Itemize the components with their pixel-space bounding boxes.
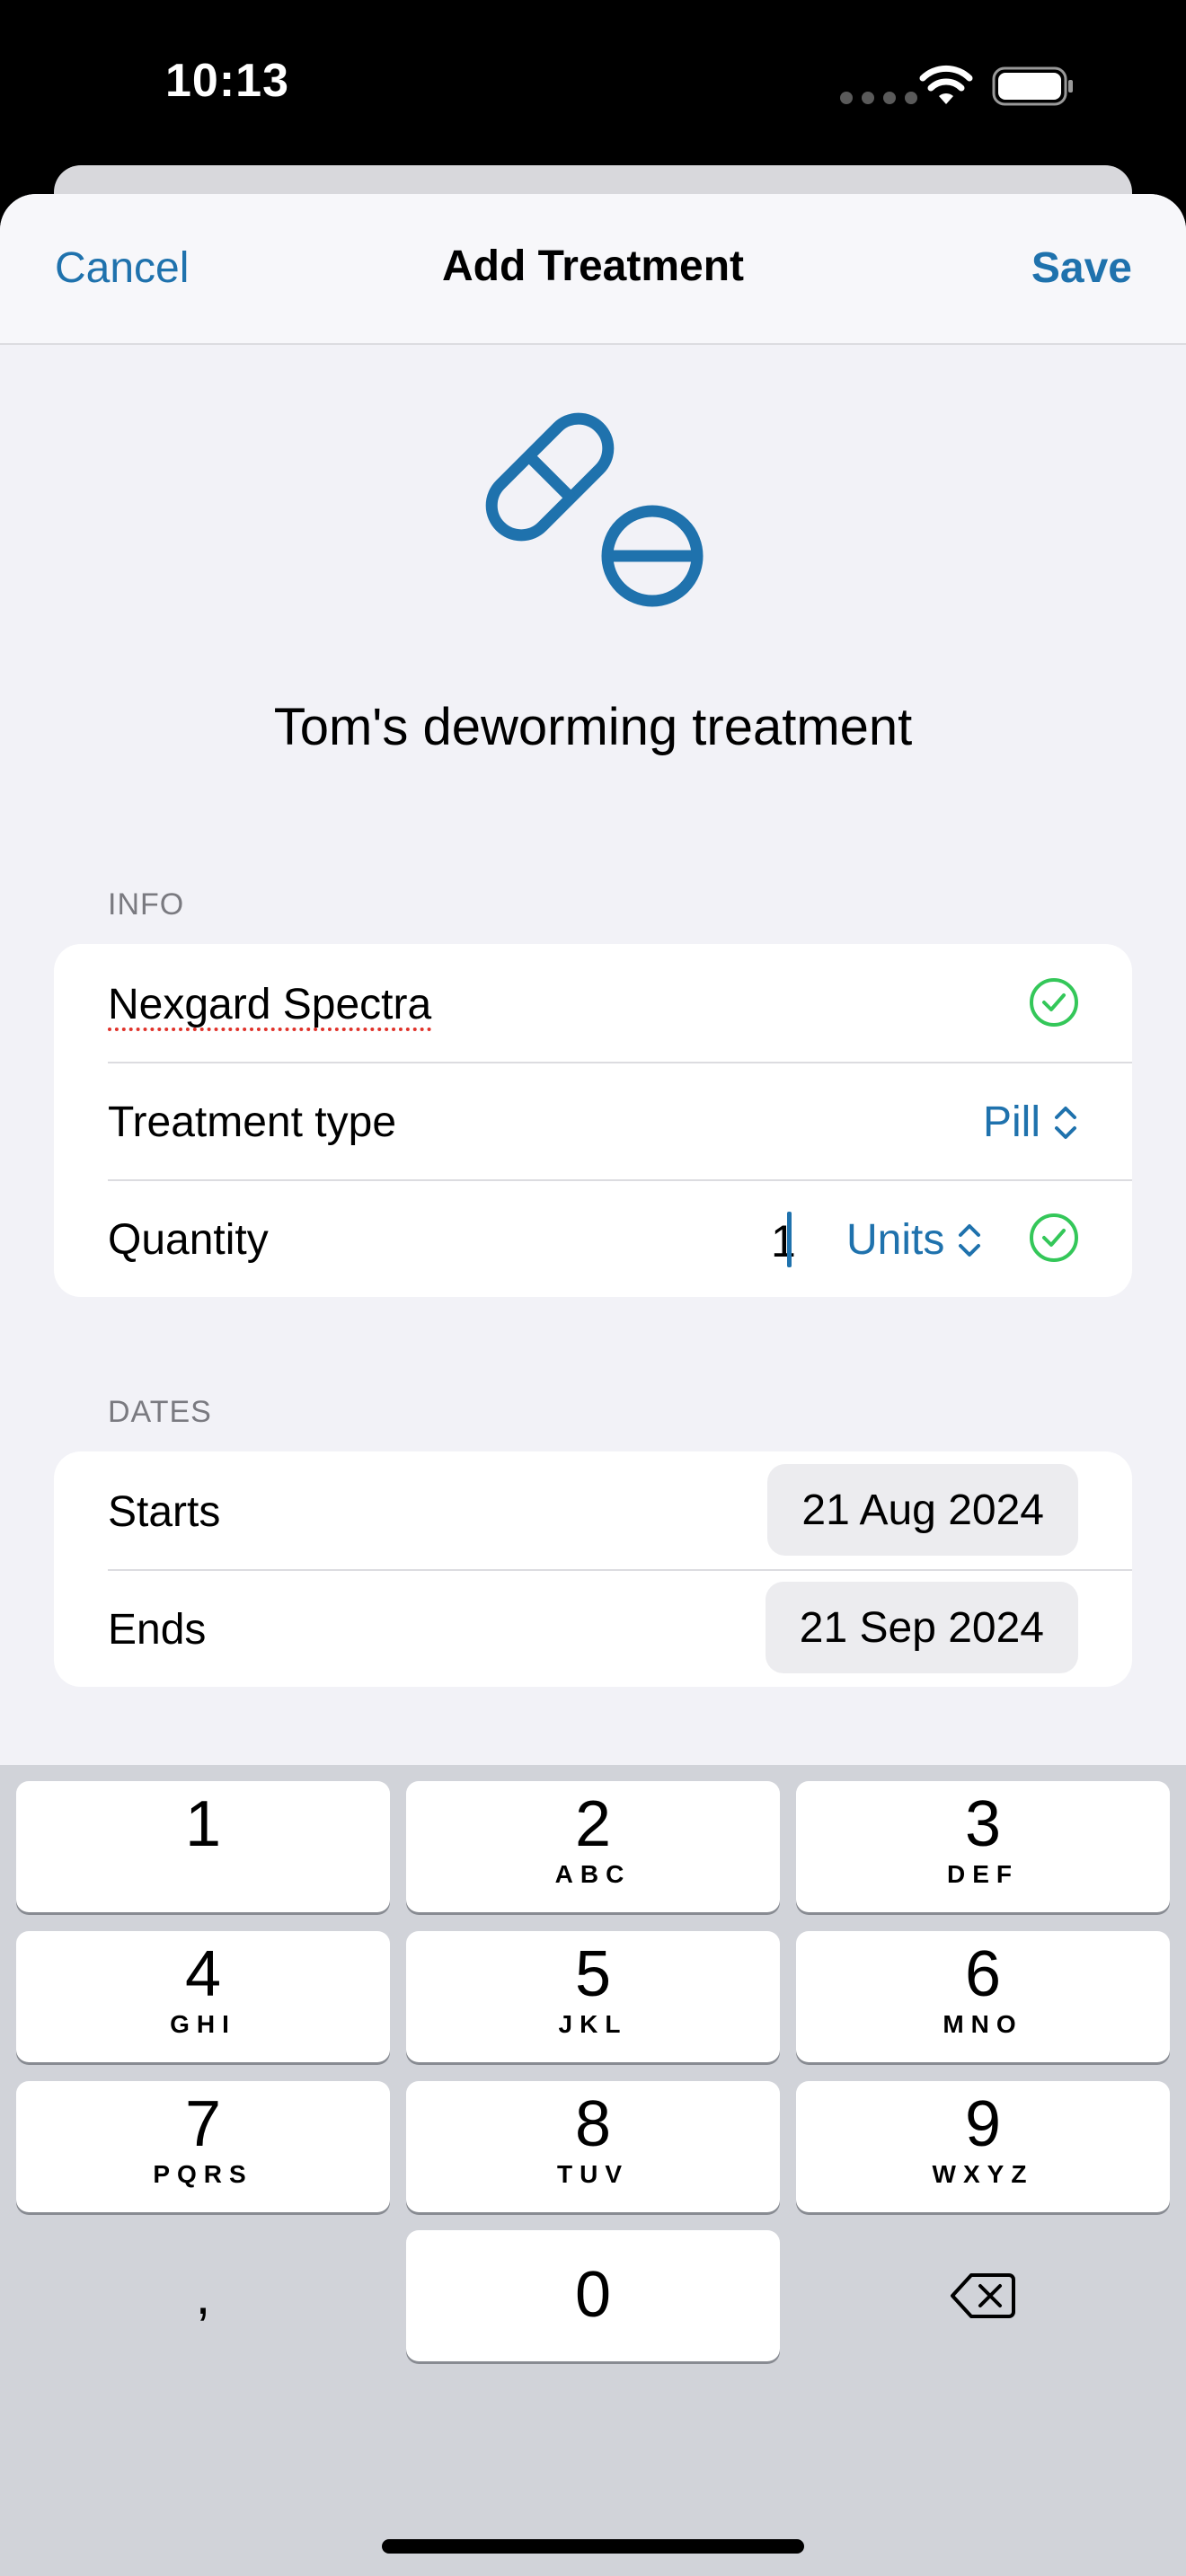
key-0[interactable]: 0: [406, 2230, 780, 2361]
wifi-icon: [919, 65, 973, 104]
home-indicator[interactable]: [382, 2539, 804, 2554]
key-9[interactable]: 9 WXYZ: [796, 2081, 1170, 2212]
quantity-unit-picker[interactable]: Units: [846, 1215, 982, 1265]
quantity-unit-value: Units: [846, 1216, 945, 1264]
number-keypad: 1 2 ABC 3 DEF 4 GHI 5 JKL 6 MNO 7 PQRS 8 TUV 9W…: [0, 1765, 1186, 2576]
text-cursor: [787, 1212, 792, 1267]
delete-backward-icon: [951, 2273, 1015, 2318]
status-bar: 10:13: [0, 0, 1186, 171]
treatment-type-row: Treatment type Pill: [54, 1062, 1132, 1179]
delete-key[interactable]: [796, 2230, 1170, 2361]
battery-icon: [992, 66, 1073, 106]
status-time: 10:13: [165, 55, 289, 107]
quantity-label: Quantity: [108, 1216, 269, 1264]
cellular-dots-icon: [840, 92, 917, 104]
quantity-field[interactable]: 1: [771, 1215, 796, 1267]
quantity-row: Quantity 1 Units: [54, 1179, 1132, 1297]
medication-name-field[interactable]: Nexgard Spectra: [108, 980, 431, 1029]
treatment-type-value: Pill: [982, 1098, 1040, 1146]
info-section-header: INFO: [108, 887, 185, 922]
ends-row: Ends 21 Sep 2024: [54, 1569, 1132, 1687]
treatment-title: Tom's deworming treatment: [273, 698, 913, 756]
navigation-bar: Cancel Add Treatment Save: [0, 194, 1186, 345]
dates-card: Starts 21 Aug 2024 Ends 21 Sep 2024: [54, 1451, 1132, 1687]
key-7[interactable]: 7 PQRS: [16, 2081, 390, 2212]
chevron-up-down-icon: [1055, 1106, 1076, 1139]
key-5[interactable]: 5 JKL: [406, 1931, 780, 2062]
treatment-type-label: Treatment type: [108, 1098, 397, 1146]
ends-date-button[interactable]: 21 Sep 2024: [765, 1582, 1078, 1673]
valid-check-icon: [1030, 978, 1078, 1027]
key-comma[interactable]: ,: [16, 2230, 390, 2361]
key-4[interactable]: 4 GHI: [16, 1931, 390, 2062]
key-6[interactable]: 6 MNO: [796, 1931, 1170, 2062]
medication-name-row[interactable]: Nexgard Spectra: [54, 944, 1132, 1062]
starts-row: Starts 21 Aug 2024: [54, 1451, 1132, 1569]
medication-name-value: Nexgard Spectra: [108, 981, 432, 1028]
save-button[interactable]: Save: [1031, 243, 1132, 293]
treatment-type-picker[interactable]: Pill: [983, 1098, 1078, 1147]
key-1[interactable]: 1: [16, 1781, 390, 1912]
dates-section-header: DATES: [108, 1395, 212, 1429]
pills-icon: [485, 412, 704, 607]
chevron-up-down-icon: [959, 1223, 981, 1257]
key-2[interactable]: 2 ABC: [406, 1781, 780, 1912]
valid-check-icon: [1030, 1213, 1078, 1262]
ends-label: Ends: [108, 1606, 207, 1654]
starts-label: Starts: [108, 1488, 221, 1536]
page-title: Add Treatment: [441, 243, 745, 290]
info-card: Nexgard Spectra Treatment type Pill Quan…: [54, 944, 1132, 1297]
key-8[interactable]: 8 TUV: [406, 2081, 780, 2212]
starts-date-button[interactable]: 21 Aug 2024: [767, 1464, 1078, 1556]
key-3[interactable]: 3 DEF: [796, 1781, 1170, 1912]
